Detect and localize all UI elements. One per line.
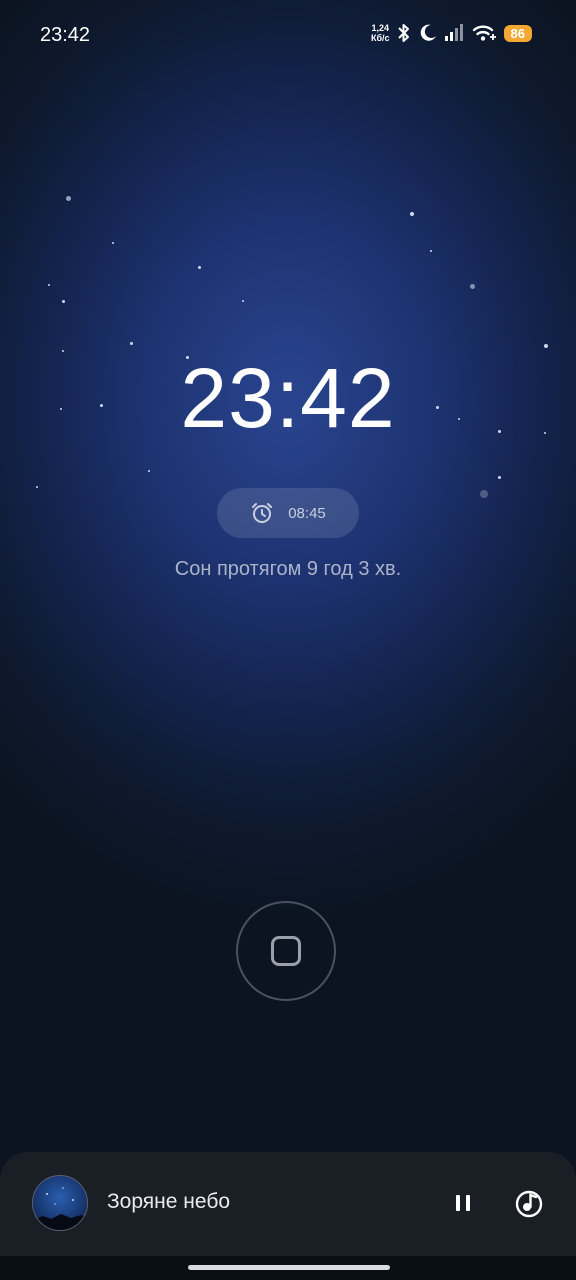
alarm-clock-icon: [252, 503, 273, 523]
starry-sky-image: [33, 1187, 87, 1230]
media-player: Зоряне небо: [0, 1152, 576, 1256]
alarm-pill[interactable]: 08:45: [217, 488, 359, 538]
status-time: 23:42: [40, 24, 91, 46]
stop-button[interactable]: [236, 901, 336, 1001]
status-bar: 23:42 1,24 Кб/с 86: [0, 0, 576, 70]
large-clock: 23:42: [180, 351, 396, 445]
stop-icon: [271, 936, 301, 966]
starfield-background: [0, 0, 576, 1280]
track-title: Зоряне небо: [107, 1190, 231, 1213]
alarm-time: 08:45: [288, 504, 326, 522]
pause-button[interactable]: [451, 1189, 475, 1217]
sleep-duration-text: Сон протягом 9 год 3 хв.: [174, 558, 402, 580]
status-icons: 1,24 Кб/с 86: [371, 22, 532, 44]
signal-icon: [444, 24, 463, 41]
wifi-icon: [472, 25, 496, 41]
battery-icon: 86: [503, 24, 532, 42]
home-indicator[interactable]: [188, 1265, 390, 1270]
moon-icon: [420, 24, 436, 41]
music-note-icon[interactable]: [512, 1187, 546, 1221]
network-speed: 1,24 Кб/с: [370, 23, 390, 43]
track-thumbnail[interactable]: [32, 1175, 88, 1231]
bluetooth-icon: [397, 24, 409, 42]
pause-icon: [456, 1195, 460, 1211]
navigation-area: [0, 1256, 576, 1280]
